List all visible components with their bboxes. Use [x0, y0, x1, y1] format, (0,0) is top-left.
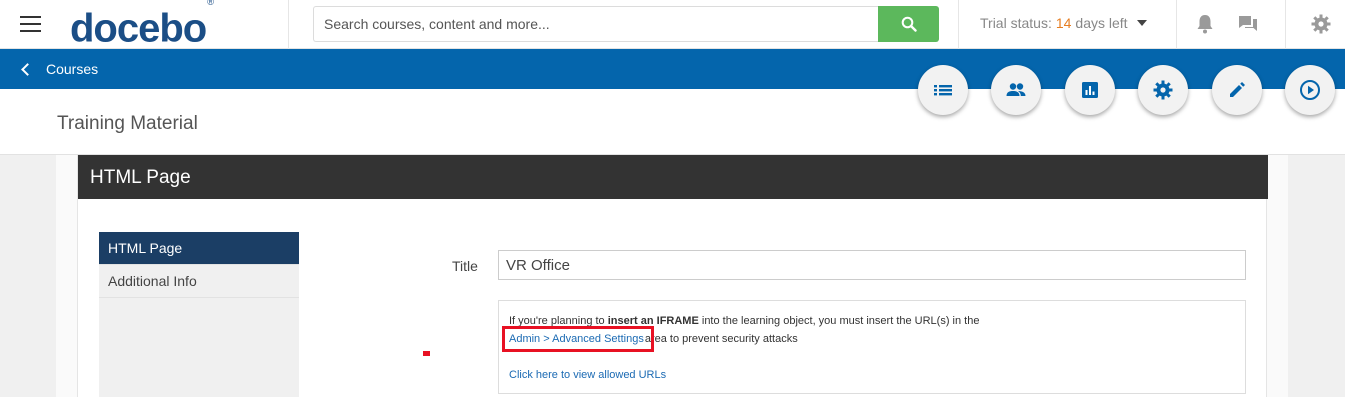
panel-left-margin [56, 155, 77, 397]
side-tabs: HTML Page Additional Info [99, 232, 299, 397]
divider [1176, 0, 1177, 49]
gear-icon [1153, 80, 1173, 100]
search-button[interactable] [878, 6, 939, 42]
info-text-line2-post: area to prevent security attacks [644, 333, 798, 345]
list-button[interactable] [918, 65, 968, 115]
edit-button[interactable] [1212, 65, 1262, 115]
info-text-post: into the learning object, you must inser… [701, 315, 980, 327]
play-button[interactable] [1285, 65, 1335, 115]
trial-status-dropdown[interactable]: Trial status: 14 days left [980, 15, 1147, 31]
users-icon [1006, 83, 1026, 96]
list-icon [934, 85, 952, 96]
settings-gear-icon[interactable] [1310, 13, 1332, 35]
search-icon [901, 16, 917, 32]
back-to-courses-link[interactable]: Courses [20, 61, 98, 77]
reports-button[interactable] [1065, 65, 1115, 115]
panel-header: HTML Page [78, 155, 1268, 199]
allowed-urls-link[interactable]: Click here to view allowed URLs [509, 369, 666, 381]
top-header: docebo® Trial status: 14 days left [0, 0, 1345, 51]
iframe-info-box: If you're planning to insert an IFRAME i… [498, 300, 1246, 394]
tab-additional-info[interactable]: Additional Info [99, 265, 299, 298]
title-label: Title [452, 258, 478, 274]
bell-icon[interactable] [1194, 13, 1216, 35]
advanced-settings-link[interactable]: Admin > Advanced Settings [502, 326, 654, 352]
divider [1285, 0, 1286, 49]
pencil-icon [1230, 82, 1245, 97]
search-input[interactable] [313, 6, 879, 42]
panel-header-title: HTML Page [90, 167, 191, 188]
title-input[interactable] [498, 250, 1246, 280]
caret-down-icon [1136, 20, 1147, 26]
logo-text: docebo [70, 6, 207, 51]
enrollments-button[interactable] [991, 65, 1041, 115]
divider [958, 0, 959, 49]
trial-days-suffix: days left [1075, 15, 1128, 31]
highlight-box [502, 326, 654, 352]
logo-registered-mark: ® [207, 0, 214, 7]
back-link-label: Courses [46, 61, 99, 77]
report-icon [1082, 82, 1098, 98]
divider [288, 0, 289, 49]
course-settings-button[interactable] [1138, 65, 1188, 115]
tab-html-page[interactable]: HTML Page [99, 232, 299, 265]
panel-right-margin [1267, 155, 1288, 397]
chevron-left-icon [21, 62, 34, 76]
play-icon [1300, 80, 1320, 100]
iframe-info-text-line2: Admin > Advanced Settings area to preven… [502, 326, 798, 352]
chat-icon[interactable] [1237, 13, 1259, 35]
hamburger-menu-icon[interactable] [20, 16, 41, 32]
docebo-logo[interactable]: docebo® [70, 0, 214, 51]
page-title: Training Material [57, 113, 198, 134]
html-page-panel: HTML Page HTML Page Additional Info Titl… [77, 155, 1268, 397]
red-marker [423, 351, 430, 356]
trial-days-count: 14 [1055, 15, 1072, 31]
trial-status-label: Trial status: [980, 15, 1052, 31]
